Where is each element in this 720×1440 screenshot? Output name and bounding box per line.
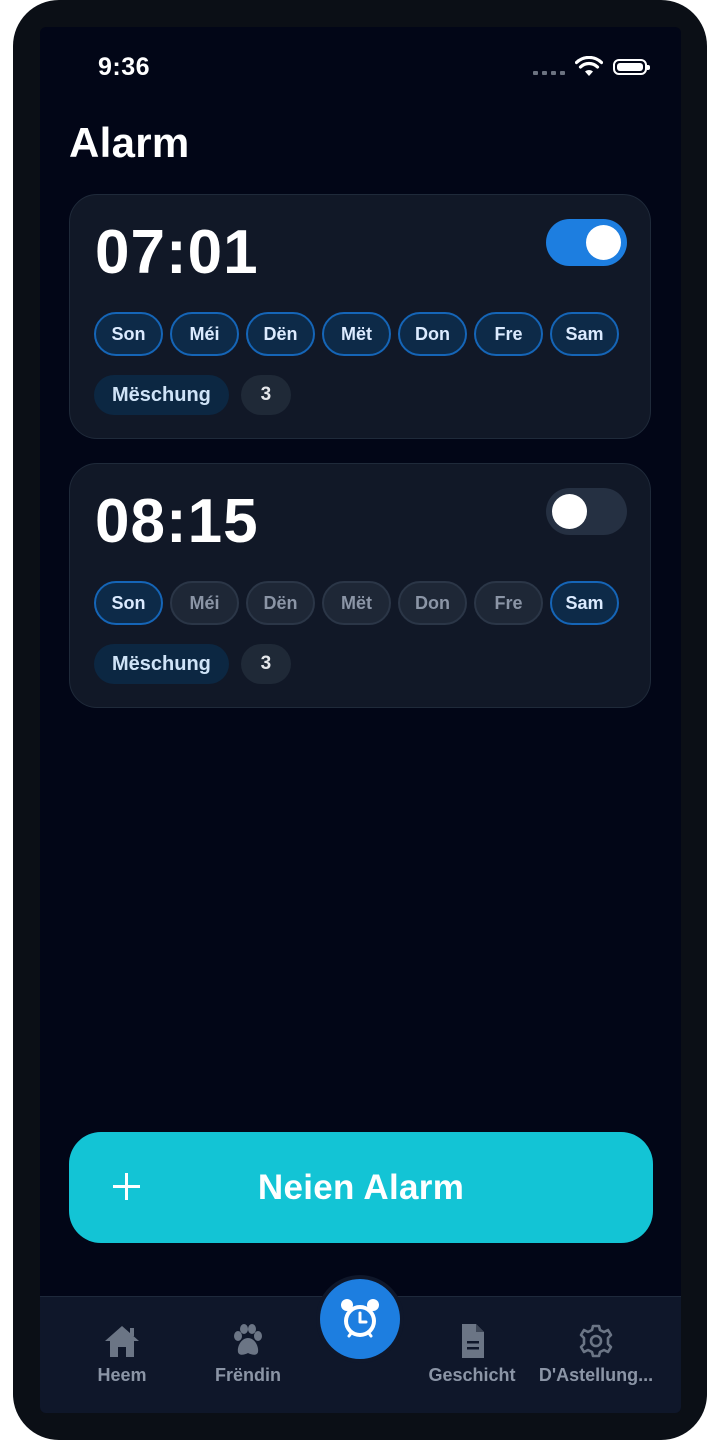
alarm-tags: Mëschung 3 — [94, 375, 291, 415]
tab-heem[interactable]: Heem — [58, 1297, 186, 1413]
alarm-toggle[interactable] — [546, 488, 627, 535]
alarm-tags: Mëschung 3 — [94, 644, 291, 684]
tab-geschicht[interactable]: Geschicht — [408, 1297, 536, 1413]
tab-label: D'Astellung... — [538, 1365, 654, 1385]
home-icon — [105, 1326, 139, 1357]
day-chip-don[interactable]: Don — [398, 581, 467, 625]
toggle-knob — [552, 494, 587, 529]
alarm-clock-icon — [341, 1299, 379, 1338]
tab-astellung[interactable]: D'Astellung... — [532, 1297, 660, 1413]
day-chip-fre[interactable]: Fre — [474, 581, 543, 625]
screen: 9:36 Alarm 07:01 Son Méi Dën Mët Don Fre… — [40, 27, 681, 1413]
tab-label: Frëndin — [215, 1365, 281, 1385]
tab-alarm[interactable] — [320, 1279, 400, 1359]
status-icons — [533, 56, 650, 78]
tab-label: Heem — [97, 1365, 147, 1385]
tab-label: Geschicht — [428, 1365, 516, 1385]
day-chip-mei[interactable]: Méi — [170, 581, 239, 625]
paw-icon — [234, 1324, 262, 1355]
day-chip-son[interactable]: Son — [94, 312, 163, 356]
day-chip-met[interactable]: Mët — [322, 581, 391, 625]
alarm-time: 08:15 — [95, 487, 259, 556]
count-badge: 3 — [240, 644, 291, 684]
gear-icon — [579, 1324, 613, 1358]
count-badge: 3 — [240, 375, 291, 415]
day-chip-den[interactable]: Dën — [246, 312, 315, 356]
battery-icon — [613, 59, 650, 75]
alarm-card[interactable]: 07:01 Son Méi Dën Mët Don Fre Sam Mëschu… — [69, 194, 651, 439]
day-chip-mei[interactable]: Méi — [170, 312, 239, 356]
wifi-icon — [575, 56, 603, 76]
toggle-knob — [586, 225, 621, 260]
status-time: 9:36 — [98, 53, 151, 81]
document-icon — [462, 1324, 484, 1358]
day-chip-son[interactable]: Son — [94, 581, 163, 625]
new-alarm-button[interactable]: Neien Alarm — [69, 1132, 653, 1243]
alarm-time: 07:01 — [95, 218, 259, 287]
alarm-toggle[interactable] — [546, 219, 627, 266]
mode-tag: Mëschung — [94, 644, 229, 684]
day-chip-sam[interactable]: Sam — [550, 312, 619, 356]
weekday-selector: Son Méi Dën Mët Don Fre Sam — [94, 581, 619, 625]
day-chip-sam[interactable]: Sam — [550, 581, 619, 625]
phone-frame: 9:36 Alarm 07:01 Son Méi Dën Mët Don Fre… — [13, 0, 707, 1440]
day-chip-don[interactable]: Don — [398, 312, 467, 356]
weekday-selector: Son Méi Dën Mët Don Fre Sam — [94, 312, 619, 356]
day-chip-den[interactable]: Dën — [246, 581, 315, 625]
new-alarm-label: Neien Alarm — [257, 1167, 465, 1207]
cellular-signal-icon — [533, 71, 565, 75]
mode-tag: Mëschung — [94, 375, 229, 415]
tab-frendin[interactable]: Frëndin — [184, 1297, 312, 1413]
plus-icon — [111, 1160, 143, 1215]
day-chip-fre[interactable]: Fre — [474, 312, 543, 356]
day-chip-met[interactable]: Mët — [322, 312, 391, 356]
page-title: Alarm — [69, 119, 190, 166]
alarm-card[interactable]: 08:15 Son Méi Dën Mët Don Fre Sam Mëschu… — [69, 463, 651, 708]
